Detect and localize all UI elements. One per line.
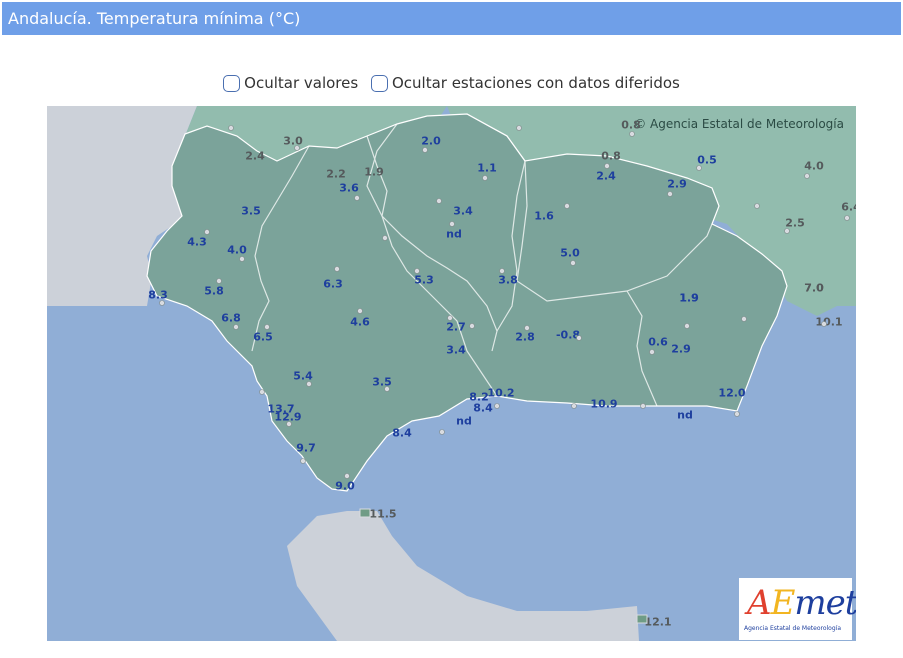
station-value[interactable]: 9.7 [296, 442, 316, 455]
station-value[interactable]: 2.7 [446, 321, 466, 334]
africa-region [287, 511, 639, 641]
station-value-outside[interactable]: 12.1 [644, 616, 671, 629]
station-value[interactable]: 0.8 [601, 150, 621, 163]
station-value[interactable]: 3.4 [446, 344, 466, 357]
station-value[interactable]: 0.6 [648, 336, 668, 349]
station-value[interactable]: 12.9 [274, 411, 301, 424]
station-value[interactable]: 8.4 [392, 427, 412, 440]
hide-values-label: Ocultar valores [244, 74, 359, 92]
station-value[interactable]: 6.3 [323, 278, 343, 291]
station-value[interactable]: 3.5 [241, 205, 261, 218]
map-attribution: © Agencia Estatal de Meteorología [634, 117, 844, 131]
page-title: Andalucía. Temperatura mínima (°C) [2, 2, 901, 35]
station-value[interactable]: 10.9 [590, 398, 617, 411]
station-value[interactable]: 2.4 [596, 170, 616, 183]
station-value[interactable]: 4.3 [187, 236, 207, 249]
station-value[interactable]: 10.2 [487, 387, 514, 400]
station-value[interactable]: 5.0 [560, 247, 580, 260]
station-value[interactable]: 6.8 [221, 312, 241, 325]
temperature-map[interactable]: © Agencia Estatal de Meteorología AEmet … [47, 106, 856, 641]
station-value[interactable]: 2.9 [667, 178, 687, 191]
station-value[interactable]: 8.4 [473, 402, 493, 415]
map-canvas [47, 106, 856, 641]
station-value[interactable]: 5.4 [293, 370, 313, 383]
station-value[interactable]: 3.6 [339, 182, 359, 195]
station-value[interactable]: 3.8 [498, 274, 518, 287]
station-value[interactable]: 5.3 [414, 274, 434, 287]
station-value[interactable]: 1.9 [364, 166, 384, 179]
station-value-outside[interactable]: 4.0 [804, 160, 824, 173]
station-value[interactable]: nd [446, 228, 462, 241]
station-value-outside[interactable]: 2.4 [245, 150, 265, 163]
hide-values-checkbox[interactable] [223, 74, 241, 92]
station-value[interactable]: 4.6 [350, 316, 370, 329]
map-options: Ocultar valores Ocultar estaciones con d… [0, 74, 903, 96]
station-value[interactable]: 1.6 [534, 210, 554, 223]
station-value[interactable]: 2.9 [671, 343, 691, 356]
hide-deferred-toggle[interactable]: Ocultar estaciones con datos diferidos [370, 74, 680, 92]
station-value-outside[interactable]: 11.5 [369, 508, 396, 521]
station-value[interactable]: nd [456, 415, 472, 428]
station-value-outside[interactable]: 6.4 [841, 201, 856, 214]
station-value[interactable]: 2.8 [515, 331, 535, 344]
hide-deferred-label: Ocultar estaciones con datos diferidos [391, 74, 680, 92]
station-value[interactable]: 1.9 [679, 292, 699, 305]
station-value[interactable]: 8.3 [148, 289, 168, 302]
station-value-outside[interactable]: 2.5 [785, 217, 805, 230]
station-value[interactable]: 9.0 [335, 480, 355, 493]
station-value[interactable]: 2.2 [326, 168, 346, 181]
station-value-outside[interactable]: 10.1 [815, 316, 842, 329]
aemet-logo-wordmark: AEmet [747, 583, 856, 623]
station-value-outside[interactable]: 7.0 [804, 282, 824, 295]
station-value-outside[interactable]: 0.8 [621, 119, 641, 132]
station-value[interactable]: 12.0 [718, 387, 745, 400]
hide-values-toggle[interactable]: Ocultar valores [223, 74, 358, 92]
aemet-logo: AEmet Agencia Estatal de Meteorología [739, 578, 856, 640]
station-value[interactable]: nd [677, 409, 693, 422]
station-value-outside[interactable]: 3.0 [283, 135, 303, 148]
station-value[interactable]: 6.5 [253, 331, 273, 344]
station-value[interactable]: 5.8 [204, 285, 224, 298]
station-value[interactable]: 3.5 [372, 376, 392, 389]
station-value[interactable]: 4.0 [227, 244, 247, 257]
station-value[interactable]: 0.5 [697, 154, 717, 167]
hide-deferred-checkbox[interactable] [370, 74, 388, 92]
station-value[interactable]: -0.8 [556, 329, 580, 342]
station-value[interactable]: 1.1 [477, 162, 497, 175]
station-value[interactable]: 2.0 [421, 135, 441, 148]
aemet-logo-subtitle: Agencia Estatal de Meteorología [744, 625, 841, 632]
station-value[interactable]: 3.4 [453, 205, 473, 218]
